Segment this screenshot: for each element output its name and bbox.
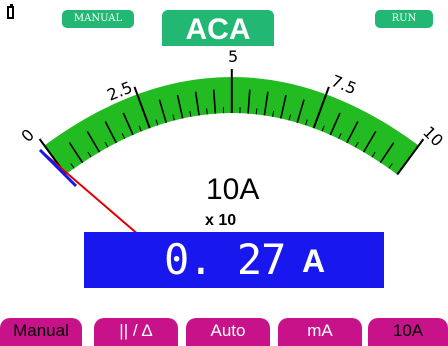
reading-unit: A <box>302 232 325 290</box>
meter-minor-tick <box>207 108 208 114</box>
scale-label-10: 10 <box>419 122 447 150</box>
meter-minor-tick <box>256 108 257 114</box>
analog-meter: 0 2.5 5 7.5 10 10A x 10 <box>0 0 448 342</box>
multiplier-label: x 10 <box>205 212 236 229</box>
reading-display: 0. 27 A <box>84 232 384 288</box>
scale-label-5: 5 <box>228 47 238 66</box>
reading-value: 0. 27 <box>164 232 285 288</box>
scale-label-7-5: 7.5 <box>329 71 360 98</box>
range-label: 10A <box>206 173 259 206</box>
softkey-bar: Manual || / Δ Auto mA 10A <box>0 318 448 342</box>
scale-label-0: 0 <box>17 125 38 146</box>
